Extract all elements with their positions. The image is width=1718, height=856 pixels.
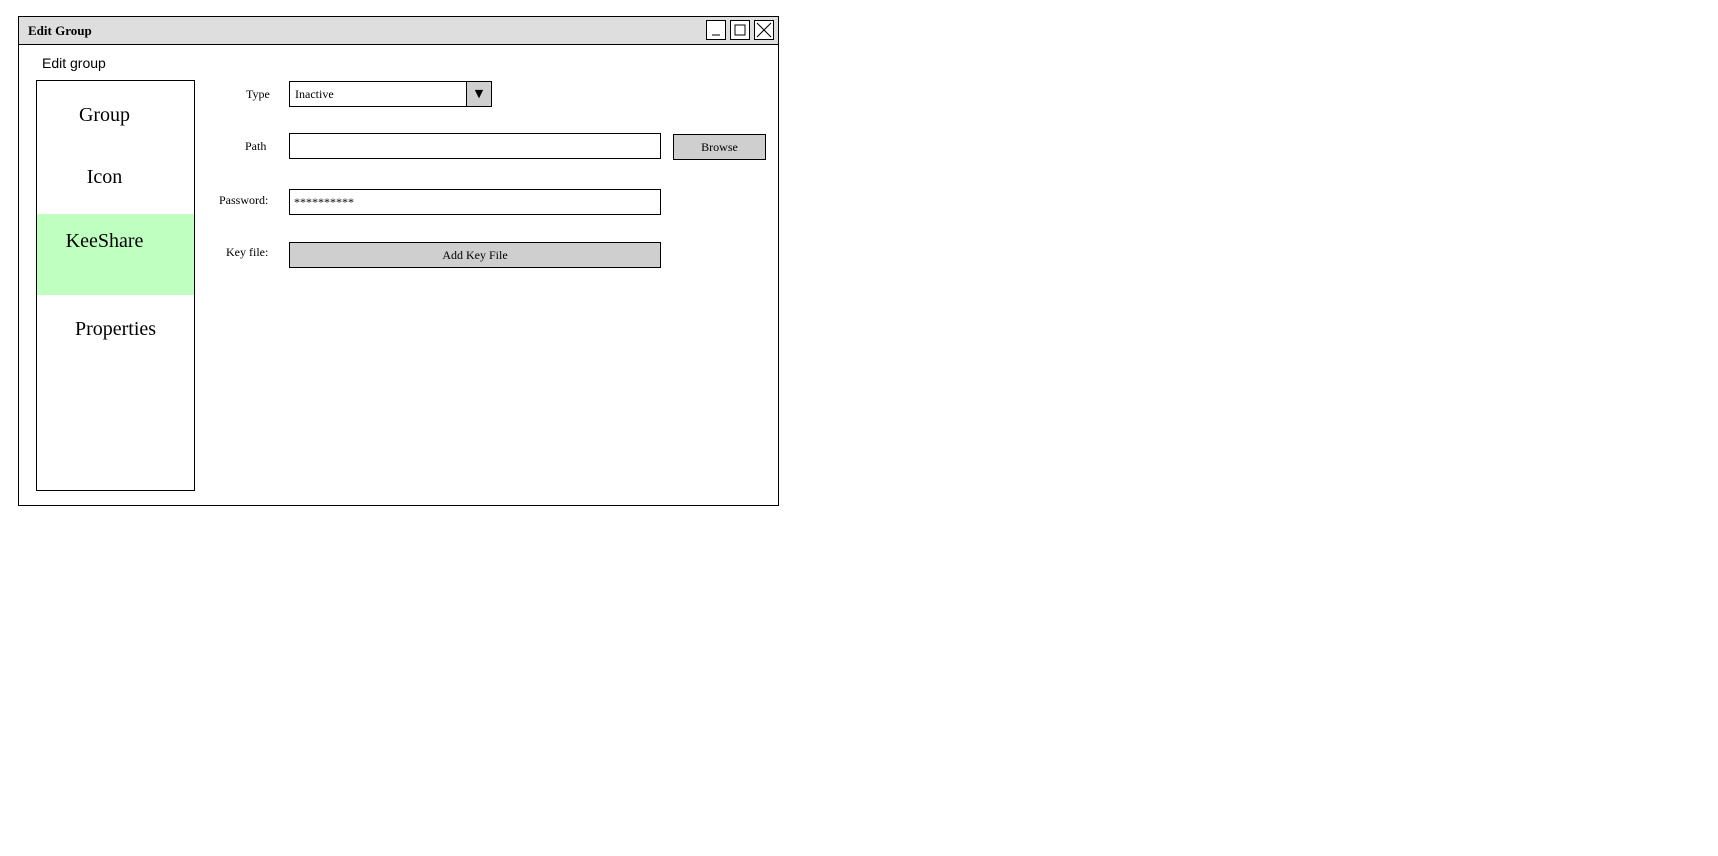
- sidebar-item-label: Properties: [74, 318, 157, 340]
- path-label: Path: [245, 139, 267, 153]
- type-select[interactable]: Inactive ▼: [289, 81, 492, 107]
- sidebar-item-label: Icon: [86, 166, 123, 188]
- close-button[interactable]: [754, 20, 774, 40]
- title-bar[interactable]: Edit Group: [19, 17, 778, 45]
- type-label: Type: [246, 87, 270, 101]
- close-icon: [756, 22, 772, 38]
- window-title: Edit Group: [28, 23, 92, 38]
- path-input[interactable]: [289, 133, 661, 159]
- minimize-icon: [712, 34, 720, 36]
- key-file-label: Key file:: [226, 245, 269, 259]
- sidebar-item-label: Group: [78, 104, 131, 126]
- page-title: Edit group: [42, 55, 106, 71]
- maximize-icon: [734, 24, 746, 36]
- minimize-button[interactable]: [706, 20, 726, 40]
- maximize-button[interactable]: [730, 20, 750, 40]
- browse-button[interactable]: Browse: [673, 134, 766, 160]
- dropdown-arrow-icon[interactable]: ▼: [466, 82, 491, 106]
- add-key-file-button[interactable]: Add Key File: [289, 242, 661, 268]
- sidebar-item-label: KeeShare: [65, 230, 144, 252]
- type-select-value: Inactive: [295, 87, 334, 101]
- sidebar-item-properties[interactable]: Properties: [37, 311, 194, 351]
- sidebar-item-keeshare[interactable]: KeeShare: [37, 214, 194, 295]
- category-sidebar: Group Icon KeeShare Properties: [36, 80, 195, 491]
- password-field[interactable]: [289, 189, 661, 215]
- edit-group-window: Edit Group Edit group Group Icon KeeShar…: [18, 16, 779, 506]
- sidebar-item-group[interactable]: Group: [37, 99, 194, 139]
- sidebar-item-icon[interactable]: Icon: [37, 161, 194, 201]
- password-label: Password:: [219, 193, 269, 207]
